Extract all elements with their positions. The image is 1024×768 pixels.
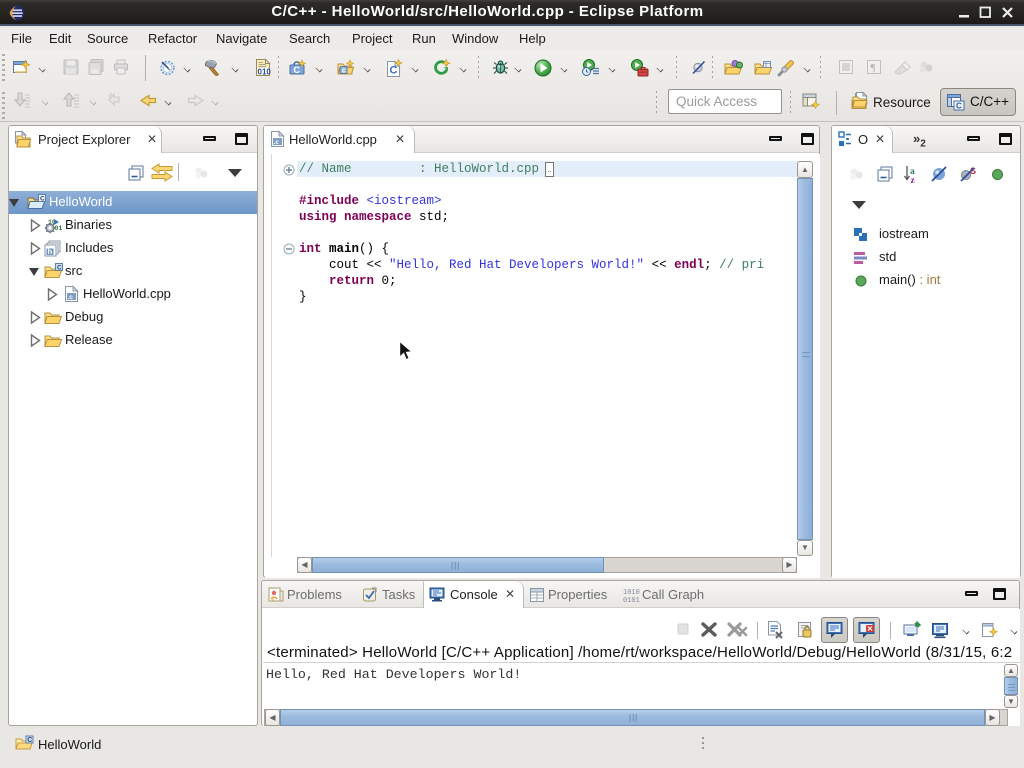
svg-text:c: c <box>342 66 346 75</box>
svg-text:C: C <box>390 65 398 77</box>
svg-text:0101: 0101 <box>623 597 640 605</box>
svg-text:.c: .c <box>274 139 280 146</box>
svg-text:.c: .c <box>68 294 74 301</box>
svg-text:¶: ¶ <box>871 62 876 74</box>
svg-text:C: C <box>956 102 962 111</box>
svg-text:C: C <box>294 65 301 75</box>
svg-text:1010: 1010 <box>623 589 640 597</box>
svg-text:010: 010 <box>258 68 272 77</box>
svg-text:01: 01 <box>55 225 63 232</box>
svg-text:z: z <box>911 176 916 186</box>
svg-text:C: C <box>40 196 45 203</box>
svg-text:C: C <box>57 265 62 272</box>
svg-text:h: h <box>48 247 53 256</box>
svg-text:C: C <box>27 737 32 744</box>
